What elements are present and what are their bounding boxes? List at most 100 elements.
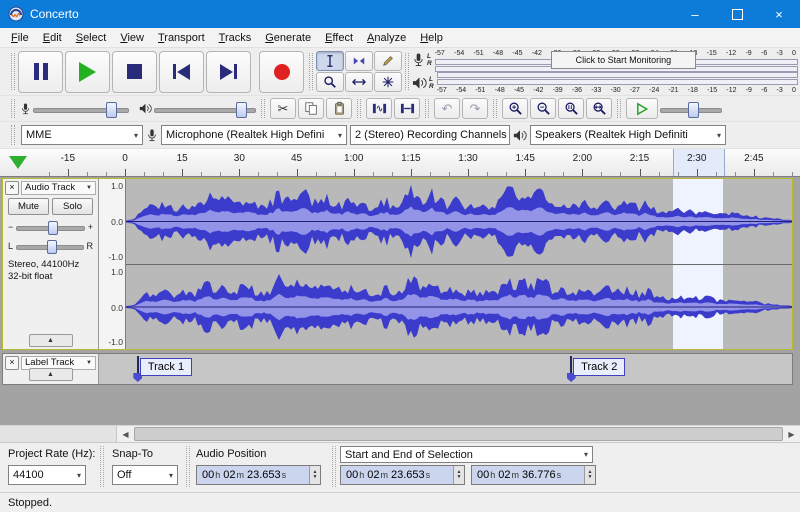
multi-tool-button[interactable]	[374, 72, 402, 92]
spinner-icon[interactable]: ▲ ▼	[309, 466, 320, 484]
pause-button[interactable]	[18, 50, 63, 93]
fit-project-button[interactable]	[586, 98, 612, 119]
toolbar-grip[interactable]	[309, 53, 313, 90]
scroll-right-button[interactable]: ▶	[783, 426, 800, 442]
playback-meter[interactable]: LR -57 -54 -51 -48 -45 -42 -39 -36 -33 -30 -27 -24-…	[412, 71, 798, 94]
track-title-menu[interactable]: Audio Track ▼	[21, 180, 96, 195]
menu-effect[interactable]: Effect	[318, 30, 360, 46]
menu-edit[interactable]: Edit	[36, 30, 69, 46]
label-area[interactable]: Track 1 Track 2	[99, 354, 792, 384]
chevron-down-icon: ▾	[168, 470, 173, 480]
microphone-icon	[21, 103, 30, 114]
selection-end-display[interactable]: 00 h 02 m 36.776 s ▲ ▼	[471, 465, 596, 485]
snap-to-dropdown[interactable]: Off ▾	[112, 465, 178, 485]
spinner-icon[interactable]: ▲ ▼	[453, 466, 464, 484]
scrollbar-thumb[interactable]	[134, 427, 783, 441]
collapse-track-button[interactable]: ▲	[28, 334, 73, 347]
gain-slider[interactable]: − +	[3, 217, 98, 236]
waveform-area[interactable]	[126, 179, 792, 349]
recording-volume-slider[interactable]	[33, 99, 129, 119]
recording-meter[interactable]: LR -57-54-51-48-45-42-39-36-33-30-27-24-…	[412, 49, 798, 72]
toolbar-grip[interactable]	[11, 99, 15, 118]
audio-position-display[interactable]: 00 h 02 m 23.653 s ▲ ▼	[196, 465, 321, 485]
selection-toolbar: Project Rate (Hz): 44100 ▾ Snap-To Off ▾ A…	[0, 442, 800, 492]
menu-analyze[interactable]: Analyze	[360, 30, 413, 46]
playback-speed-slider[interactable]	[660, 99, 722, 119]
meter-scale-value: -3	[776, 49, 783, 57]
skip-to-end-button[interactable]	[206, 50, 251, 93]
slider-thumb[interactable]	[105, 101, 117, 118]
play-button[interactable]	[65, 50, 110, 93]
skip-to-start-button[interactable]	[159, 50, 204, 93]
toolbar-grip[interactable]	[261, 99, 265, 118]
waveform-channel-right[interactable]	[126, 265, 792, 349]
slider-thumb[interactable]	[687, 101, 699, 118]
cut-button[interactable]: ✂	[270, 98, 296, 119]
play-at-speed-button[interactable]	[626, 98, 658, 119]
menu-tracks[interactable]: Tracks	[212, 30, 259, 46]
vertical-scale-ruler[interactable]: 1.0 0.0 -1.0 1.0 0.0 -1.0	[99, 179, 126, 349]
draw-tool-button[interactable]	[374, 51, 402, 71]
scale-label: 1.0	[111, 181, 123, 191]
close-track-button[interactable]: ×	[5, 355, 19, 370]
mute-button[interactable]: Mute	[8, 198, 49, 215]
toolbar-grip[interactable]	[425, 99, 429, 118]
toolbar-grip[interactable]	[405, 53, 409, 90]
toolbar-grip[interactable]	[11, 53, 15, 90]
selection-start-display[interactable]: 00 h 02 m 23.653 s ▲ ▼	[340, 465, 465, 485]
trim-outside-selection-button[interactable]	[366, 98, 392, 119]
menu-generate[interactable]: Generate	[258, 30, 318, 46]
redo-button[interactable]: ↷	[462, 98, 488, 119]
zoom-tool-button[interactable]	[316, 72, 344, 92]
zoom-in-button[interactable]	[502, 98, 528, 119]
undo-button[interactable]: ↶	[434, 98, 460, 119]
close-track-button[interactable]: ×	[5, 180, 19, 195]
zoom-to-selection-button[interactable]	[558, 98, 584, 119]
selection-mode-dropdown[interactable]: Start and End of Selection ▾	[340, 446, 593, 463]
menu-help[interactable]: Help	[413, 30, 450, 46]
menu-select[interactable]: Select	[69, 30, 114, 46]
spinner-icon[interactable]: ▲ ▼	[584, 466, 595, 484]
close-button[interactable]: ×	[758, 0, 800, 28]
slider-thumb[interactable]	[235, 101, 247, 118]
stop-button[interactable]	[112, 50, 157, 93]
zoom-out-button[interactable]	[530, 98, 556, 119]
horizontal-scrollbar[interactable]: ◀ ▶	[0, 425, 800, 442]
toolbar-grip[interactable]	[11, 125, 15, 145]
toolbar-grip[interactable]	[357, 99, 361, 118]
copy-button[interactable]	[298, 98, 324, 119]
timeshift-tool-button[interactable]	[345, 72, 373, 92]
timeline-ruler[interactable]: -15 0 15 30 45 1:00 1:15 1:30 1:45 2:00 2:15 2:30 2:…	[0, 149, 800, 177]
waveform-channel-left[interactable]	[126, 179, 792, 265]
paste-button[interactable]	[326, 98, 352, 119]
solo-button[interactable]: Solo	[52, 198, 93, 215]
envelope-tool-button[interactable]	[345, 51, 373, 71]
menu-view[interactable]: View	[113, 30, 151, 46]
selection-tool-button[interactable]	[316, 51, 344, 71]
recording-device-dropdown[interactable]: Microphone (Realtek High Defini ▾	[161, 125, 347, 145]
menu-transport[interactable]: Transport	[151, 30, 212, 46]
record-button[interactable]	[259, 50, 304, 93]
playback-device-dropdown[interactable]: Speakers (Realtek High Definiti ▾	[530, 125, 726, 145]
scroll-left-button[interactable]: ◀	[117, 426, 134, 442]
toolbar-grip[interactable]	[617, 99, 621, 118]
playback-volume-slider[interactable]	[154, 99, 256, 119]
recording-channels-dropdown[interactable]: 2 (Stereo) Recording Channels▾	[350, 125, 510, 145]
silence-selection-button[interactable]	[394, 98, 420, 119]
label-flag[interactable]: Track 2	[573, 358, 626, 376]
maximize-button[interactable]	[716, 0, 758, 28]
play-start-marker-icon[interactable]	[9, 156, 27, 169]
slider-thumb[interactable]	[47, 220, 58, 235]
pan-slider[interactable]: L R	[3, 236, 98, 255]
toolbar-grip[interactable]	[493, 99, 497, 118]
project-rate-dropdown[interactable]: 44100 ▾	[8, 465, 86, 485]
menu-file[interactable]: File	[4, 30, 36, 46]
collapse-track-button[interactable]: ▲	[28, 368, 73, 381]
tools-toolbar	[316, 51, 402, 92]
monitor-message[interactable]: Click to Start Monitoring	[550, 51, 696, 69]
audio-host-dropdown[interactable]: MME ▾	[21, 125, 143, 145]
ruler-tick	[563, 172, 565, 176]
slider-thumb[interactable]	[47, 239, 58, 254]
label-flag[interactable]: Track 1	[139, 358, 193, 376]
minimize-button[interactable]: –	[674, 0, 716, 28]
